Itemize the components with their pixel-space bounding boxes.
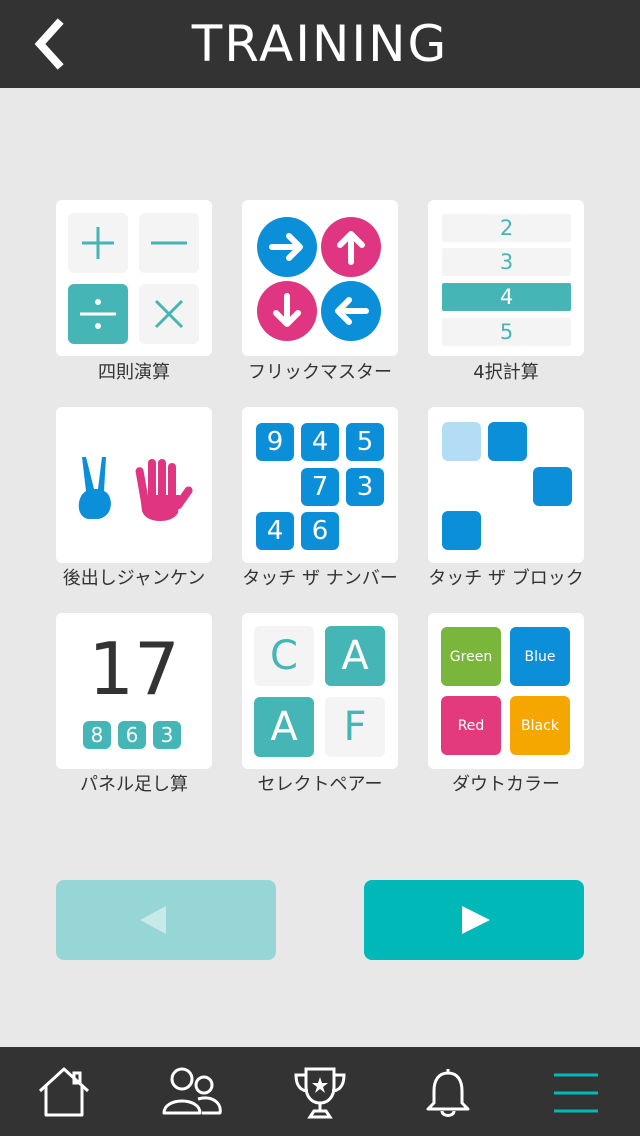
game-tile-select-pair[interactable]: C A A F [242,613,398,769]
game-label: 後出しジャンケン [62,568,206,589]
block-cell [442,422,481,461]
choice-option-selected: 4 [442,283,571,311]
page-title: TRAINING [191,15,449,73]
game-label: フリックマスター [248,362,392,383]
choice-option: 2 [442,214,571,242]
header-bar: TRAINING [0,0,640,88]
flick-arrows-icon [257,217,381,341]
friends-icon [162,1067,222,1115]
game-tile-touch-block[interactable] [428,407,584,563]
letter-card-selected: A [325,626,385,686]
next-page-button[interactable] [364,880,584,960]
menu-icon [554,1073,598,1113]
letter-card: C [254,626,314,686]
color-card: Black [510,696,570,755]
plus-icon [82,227,114,259]
divide-icon [80,299,116,329]
game-label: タッチ ザ ブロック [428,568,584,589]
game-tile-four-choice[interactable]: 2 3 4 5 [428,200,584,356]
choice-option: 5 [442,318,571,346]
game-label: 4択計算 [473,362,539,383]
nav-ranking[interactable] [256,1047,384,1136]
game-label: タッチ ザ ナンバー [242,568,398,589]
choice-option: 3 [442,248,571,276]
game-label: パネル足し算 [80,774,188,795]
home-icon [38,1067,90,1117]
prev-page-button[interactable] [56,880,276,960]
number-cell: 7 [301,468,339,506]
number-panel: 6 [118,721,146,749]
number-panel: 3 [153,721,181,749]
number-cell: 9 [256,423,294,461]
multiply-icon [154,299,184,329]
game-tile-janken[interactable] [56,407,212,563]
number-panel: 8 [83,721,111,749]
minus-icon [151,241,187,245]
game-label: ダウトカラー [452,774,560,795]
nav-home[interactable] [0,1047,128,1136]
color-card: Blue [510,627,570,686]
number-cell: 4 [301,423,339,461]
divide-cell [68,284,128,344]
open-hand-icon [135,459,193,521]
letter-card-selected: A [254,697,314,757]
game-tile-panel-sum[interactable]: 17 8 6 3 [56,613,212,769]
number-cell: 5 [346,423,384,461]
block-cell [533,467,572,506]
nav-menu[interactable] [512,1047,640,1136]
block-cell [488,422,527,461]
triangle-left-icon [140,906,166,934]
multiply-cell [139,284,199,344]
trophy-icon [294,1067,346,1119]
triangle-right-icon [462,906,490,934]
game-tile-doubt-color[interactable]: Green Blue Red Black [428,613,584,769]
game-tile-flick-master[interactable] [242,200,398,356]
number-cell: 6 [301,512,339,550]
plus-cell [68,213,128,273]
letter-card: F [325,697,385,757]
nav-notifications[interactable] [384,1047,512,1136]
color-card: Red [441,696,501,755]
nav-friends[interactable] [128,1047,256,1136]
bell-icon [426,1069,470,1117]
minus-cell [139,213,199,273]
number-cell: 3 [346,468,384,506]
block-cell [442,511,481,550]
game-label: セレクトペアー [257,774,383,795]
number-cell: 4 [256,512,294,550]
game-label: 四則演算 [98,362,170,383]
color-card: Green [441,627,501,686]
sum-total: 17 [88,627,180,711]
game-tile-arithmetic[interactable] [56,200,212,356]
game-tile-touch-number[interactable]: 9 4 5 7 3 4 6 [242,407,398,563]
bottom-nav [0,1047,640,1136]
